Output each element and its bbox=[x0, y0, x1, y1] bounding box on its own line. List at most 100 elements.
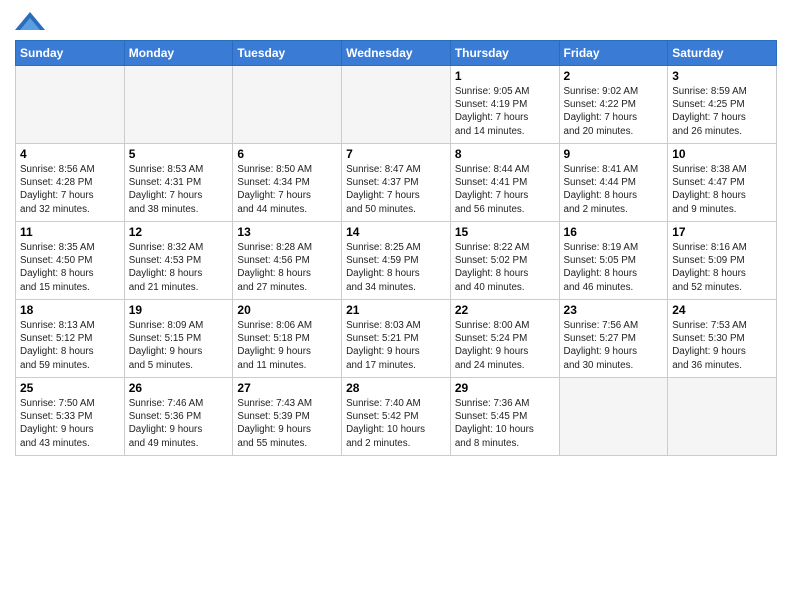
day-info: Sunrise: 7:53 AM Sunset: 5:30 PM Dayligh… bbox=[672, 319, 772, 372]
day-info: Sunrise: 8:59 AM Sunset: 4:25 PM Dayligh… bbox=[672, 85, 772, 138]
day-number: 24 bbox=[672, 303, 772, 317]
calendar-cell: 14 Sunrise: 8:25 AM Sunset: 4:59 PM Dayli… bbox=[342, 222, 451, 300]
day-info: Sunrise: 8:44 AM Sunset: 4:41 PM Dayligh… bbox=[455, 163, 555, 216]
day-number: 19 bbox=[129, 303, 229, 317]
weekday-header: Friday bbox=[559, 41, 668, 66]
day-number: 8 bbox=[455, 147, 555, 161]
day-info: Sunrise: 9:05 AM Sunset: 4:19 PM Dayligh… bbox=[455, 85, 555, 138]
day-number: 4 bbox=[20, 147, 120, 161]
day-info: Sunrise: 8:53 AM Sunset: 4:31 PM Dayligh… bbox=[129, 163, 229, 216]
day-info: Sunrise: 8:35 AM Sunset: 4:50 PM Dayligh… bbox=[20, 241, 120, 294]
day-number: 2 bbox=[564, 69, 664, 83]
calendar-cell: 27 Sunrise: 7:43 AM Sunset: 5:39 PM Dayli… bbox=[233, 378, 342, 456]
day-number: 10 bbox=[672, 147, 772, 161]
day-number: 3 bbox=[672, 69, 772, 83]
calendar-cell: 25 Sunrise: 7:50 AM Sunset: 5:33 PM Dayli… bbox=[16, 378, 125, 456]
day-number: 16 bbox=[564, 225, 664, 239]
weekday-header: Tuesday bbox=[233, 41, 342, 66]
calendar-week-row: 25 Sunrise: 7:50 AM Sunset: 5:33 PM Dayli… bbox=[16, 378, 777, 456]
calendar-cell: 23 Sunrise: 7:56 AM Sunset: 5:27 PM Dayli… bbox=[559, 300, 668, 378]
calendar-cell: 6 Sunrise: 8:50 AM Sunset: 4:34 PM Daylig… bbox=[233, 144, 342, 222]
weekday-header: Monday bbox=[124, 41, 233, 66]
weekday-header: Saturday bbox=[668, 41, 777, 66]
day-number: 22 bbox=[455, 303, 555, 317]
logo bbox=[15, 10, 49, 34]
day-number: 12 bbox=[129, 225, 229, 239]
header bbox=[15, 10, 777, 34]
calendar-cell: 12 Sunrise: 8:32 AM Sunset: 4:53 PM Dayli… bbox=[124, 222, 233, 300]
calendar-cell: 18 Sunrise: 8:13 AM Sunset: 5:12 PM Dayli… bbox=[16, 300, 125, 378]
calendar-cell: 4Sunrise: 8:56 AM Sunset: 4:28 PM Daylig… bbox=[16, 144, 125, 222]
calendar-cell: 9 Sunrise: 8:41 AM Sunset: 4:44 PM Daylig… bbox=[559, 144, 668, 222]
day-info: Sunrise: 7:46 AM Sunset: 5:36 PM Dayligh… bbox=[129, 397, 229, 450]
calendar-cell: 21 Sunrise: 8:03 AM Sunset: 5:21 PM Dayli… bbox=[342, 300, 451, 378]
day-number: 29 bbox=[455, 381, 555, 395]
calendar-week-row: 1Sunrise: 9:05 AM Sunset: 4:19 PM Daylig… bbox=[16, 66, 777, 144]
day-info: Sunrise: 8:38 AM Sunset: 4:47 PM Dayligh… bbox=[672, 163, 772, 216]
day-number: 26 bbox=[129, 381, 229, 395]
calendar-cell: 26 Sunrise: 7:46 AM Sunset: 5:36 PM Dayli… bbox=[124, 378, 233, 456]
calendar-cell bbox=[233, 66, 342, 144]
day-info: Sunrise: 8:28 AM Sunset: 4:56 PM Dayligh… bbox=[237, 241, 337, 294]
day-info: Sunrise: 8:22 AM Sunset: 5:02 PM Dayligh… bbox=[455, 241, 555, 294]
day-info: Sunrise: 8:41 AM Sunset: 4:44 PM Dayligh… bbox=[564, 163, 664, 216]
calendar-cell: 10 Sunrise: 8:38 AM Sunset: 4:47 PM Dayli… bbox=[668, 144, 777, 222]
calendar-cell bbox=[124, 66, 233, 144]
calendar-cell: 1Sunrise: 9:05 AM Sunset: 4:19 PM Daylig… bbox=[450, 66, 559, 144]
weekday-header: Sunday bbox=[16, 41, 125, 66]
day-info: Sunrise: 7:43 AM Sunset: 5:39 PM Dayligh… bbox=[237, 397, 337, 450]
day-info: Sunrise: 8:25 AM Sunset: 4:59 PM Dayligh… bbox=[346, 241, 446, 294]
day-info: Sunrise: 8:47 AM Sunset: 4:37 PM Dayligh… bbox=[346, 163, 446, 216]
calendar-cell: 13 Sunrise: 8:28 AM Sunset: 4:56 PM Dayli… bbox=[233, 222, 342, 300]
calendar-cell: 17 Sunrise: 8:16 AM Sunset: 5:09 PM Dayli… bbox=[668, 222, 777, 300]
day-number: 7 bbox=[346, 147, 446, 161]
day-number: 25 bbox=[20, 381, 120, 395]
day-number: 13 bbox=[237, 225, 337, 239]
calendar-cell: 11Sunrise: 8:35 AM Sunset: 4:50 PM Dayli… bbox=[16, 222, 125, 300]
calendar-table: SundayMondayTuesdayWednesdayThursdayFrid… bbox=[15, 40, 777, 456]
day-number: 27 bbox=[237, 381, 337, 395]
day-number: 21 bbox=[346, 303, 446, 317]
day-number: 9 bbox=[564, 147, 664, 161]
calendar-cell: 8 Sunrise: 8:44 AM Sunset: 4:41 PM Daylig… bbox=[450, 144, 559, 222]
day-info: Sunrise: 8:13 AM Sunset: 5:12 PM Dayligh… bbox=[20, 319, 120, 372]
day-number: 18 bbox=[20, 303, 120, 317]
day-info: Sunrise: 8:16 AM Sunset: 5:09 PM Dayligh… bbox=[672, 241, 772, 294]
day-number: 6 bbox=[237, 147, 337, 161]
day-info: Sunrise: 9:02 AM Sunset: 4:22 PM Dayligh… bbox=[564, 85, 664, 138]
calendar-cell bbox=[16, 66, 125, 144]
calendar-cell: 28Sunrise: 7:40 AM Sunset: 5:42 PM Dayli… bbox=[342, 378, 451, 456]
calendar-cell: 22 Sunrise: 8:00 AM Sunset: 5:24 PM Dayli… bbox=[450, 300, 559, 378]
calendar-cell: 24 Sunrise: 7:53 AM Sunset: 5:30 PM Dayli… bbox=[668, 300, 777, 378]
calendar-cell: 5 Sunrise: 8:53 AM Sunset: 4:31 PM Daylig… bbox=[124, 144, 233, 222]
day-info: Sunrise: 7:40 AM Sunset: 5:42 PM Dayligh… bbox=[346, 397, 446, 450]
weekday-header: Thursday bbox=[450, 41, 559, 66]
day-info: Sunrise: 8:19 AM Sunset: 5:05 PM Dayligh… bbox=[564, 241, 664, 294]
day-info: Sunrise: 8:03 AM Sunset: 5:21 PM Dayligh… bbox=[346, 319, 446, 372]
day-number: 23 bbox=[564, 303, 664, 317]
weekday-header: Wednesday bbox=[342, 41, 451, 66]
calendar-cell: 15 Sunrise: 8:22 AM Sunset: 5:02 PM Dayli… bbox=[450, 222, 559, 300]
day-info: Sunrise: 7:36 AM Sunset: 5:45 PM Dayligh… bbox=[455, 397, 555, 450]
day-number: 17 bbox=[672, 225, 772, 239]
calendar-cell: 19 Sunrise: 8:09 AM Sunset: 5:15 PM Dayli… bbox=[124, 300, 233, 378]
day-info: Sunrise: 7:50 AM Sunset: 5:33 PM Dayligh… bbox=[20, 397, 120, 450]
day-info: Sunrise: 8:00 AM Sunset: 5:24 PM Dayligh… bbox=[455, 319, 555, 372]
calendar-cell: 3 Sunrise: 8:59 AM Sunset: 4:25 PM Daylig… bbox=[668, 66, 777, 144]
calendar-cell: 7 Sunrise: 8:47 AM Sunset: 4:37 PM Daylig… bbox=[342, 144, 451, 222]
day-info: Sunrise: 8:09 AM Sunset: 5:15 PM Dayligh… bbox=[129, 319, 229, 372]
calendar-cell bbox=[559, 378, 668, 456]
calendar-header-row: SundayMondayTuesdayWednesdayThursdayFrid… bbox=[16, 41, 777, 66]
day-number: 14 bbox=[346, 225, 446, 239]
day-info: Sunrise: 8:32 AM Sunset: 4:53 PM Dayligh… bbox=[129, 241, 229, 294]
day-number: 5 bbox=[129, 147, 229, 161]
logo-icon bbox=[15, 10, 45, 34]
day-info: Sunrise: 7:56 AM Sunset: 5:27 PM Dayligh… bbox=[564, 319, 664, 372]
calendar-cell: 29 Sunrise: 7:36 AM Sunset: 5:45 PM Dayli… bbox=[450, 378, 559, 456]
day-number: 15 bbox=[455, 225, 555, 239]
day-number: 20 bbox=[237, 303, 337, 317]
calendar-week-row: 4Sunrise: 8:56 AM Sunset: 4:28 PM Daylig… bbox=[16, 144, 777, 222]
calendar-cell: 20Sunrise: 8:06 AM Sunset: 5:18 PM Dayli… bbox=[233, 300, 342, 378]
day-info: Sunrise: 8:50 AM Sunset: 4:34 PM Dayligh… bbox=[237, 163, 337, 216]
calendar-cell: 16 Sunrise: 8:19 AM Sunset: 5:05 PM Dayli… bbox=[559, 222, 668, 300]
